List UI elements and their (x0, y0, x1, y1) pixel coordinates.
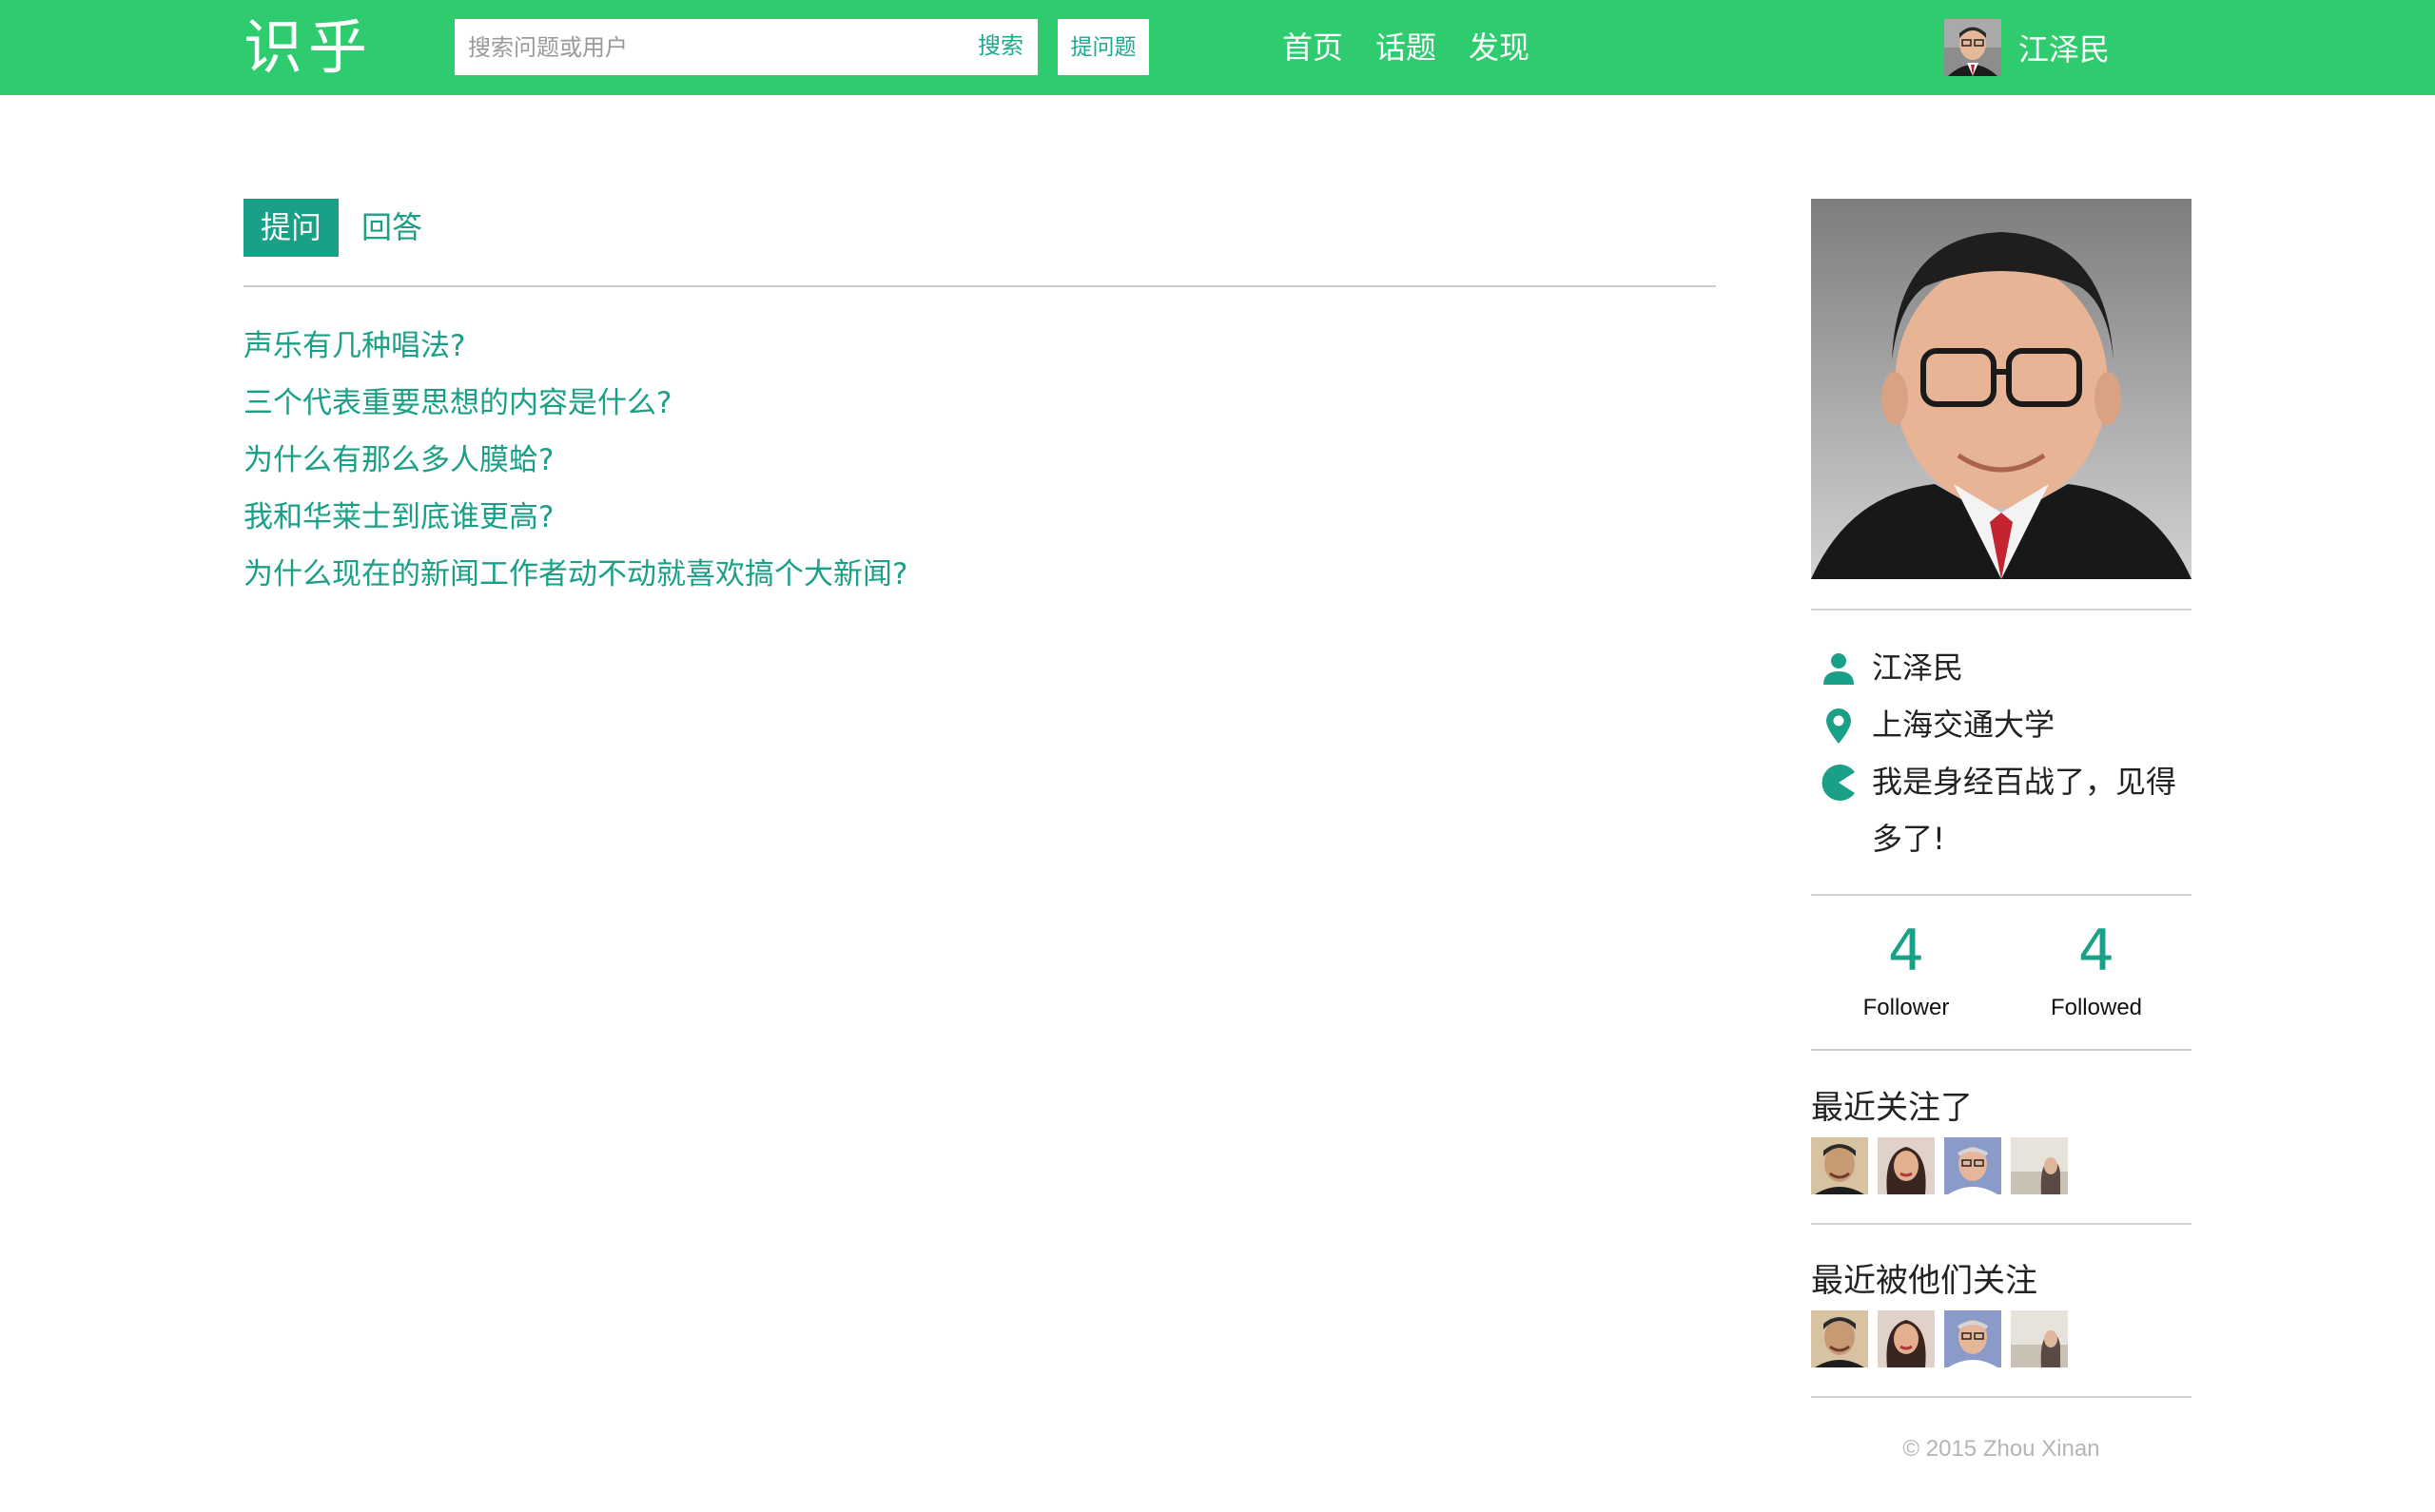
profile-school-row: 上海交通大学 (1819, 696, 2055, 753)
question-list: 声乐有几种唱法? 三个代表重要思想的内容是什么? 为什么有那么多人膜蛤? 我和华… (244, 318, 907, 603)
follower-label: Follower (1862, 995, 1950, 1020)
divider (1811, 609, 2192, 611)
question-link[interactable]: 声乐有几种唱法? (244, 329, 465, 363)
divider (1811, 1223, 2192, 1225)
user-menu[interactable]: 江泽民 (1944, 19, 2110, 76)
tab-divider (244, 285, 1716, 287)
footer-copyright: © 2015 Zhou Xinan (1902, 1436, 2100, 1462)
nav-item-discover[interactable]: 发现 (1469, 23, 1529, 72)
divider (1811, 1049, 2192, 1051)
list-item: 我和华莱士到底谁更高? (244, 489, 907, 546)
recent-followers-title: 最近被他们关注 (1811, 1262, 2037, 1300)
recent-following-title: 最近关注了 (1811, 1089, 1973, 1127)
user-name[interactable]: 江泽民 (2018, 26, 2110, 69)
avatar[interactable] (1944, 1137, 2001, 1194)
profile-bio-row: 我是身经百战了，见得多了! (1819, 753, 2186, 867)
recent-following-avatars (1811, 1137, 2068, 1194)
divider (1811, 894, 2192, 896)
question-link[interactable]: 三个代表重要思想的内容是什么? (244, 386, 672, 420)
question-link[interactable]: 为什么现在的新闻工作者动不动就喜欢搞个大新闻? (244, 557, 907, 591)
question-link[interactable]: 我和华莱士到底谁更高? (244, 500, 554, 534)
avatar[interactable] (2011, 1137, 2068, 1194)
follower-count: 4 (1887, 918, 1925, 984)
profile-name-row: 江泽民 (1819, 639, 1963, 696)
top-navigation-bar: 识乎 搜索 提问题 首页 话题 发现 江泽民 (0, 0, 2435, 95)
list-item: 为什么现在的新闻工作者动不动就喜欢搞个大新闻? (244, 546, 907, 603)
tab-questions[interactable]: 提问 (244, 199, 339, 257)
nav-item-topics[interactable]: 话题 (1375, 23, 1436, 72)
avatar[interactable] (1811, 1310, 1868, 1367)
profile-sidebar (1811, 199, 2192, 579)
recent-followers-avatars (1811, 1310, 2068, 1367)
avatar[interactable] (1811, 1137, 1868, 1194)
avatar[interactable] (1878, 1137, 1935, 1194)
profile-photo (1811, 199, 2192, 579)
avatar[interactable] (1878, 1310, 1935, 1367)
list-item: 为什么有那么多人膜蛤? (244, 432, 907, 489)
avatar[interactable] (1944, 1310, 2001, 1367)
list-item: 声乐有几种唱法? (244, 318, 907, 375)
search-input[interactable] (455, 19, 1038, 75)
user-avatar[interactable] (1944, 19, 2001, 76)
main-nav: 首页 话题 发现 (1282, 23, 1529, 72)
followed-stat[interactable]: 4 Followed (2001, 913, 2192, 1027)
ask-question-button[interactable]: 提问题 (1058, 19, 1149, 75)
nav-item-home[interactable]: 首页 (1282, 23, 1343, 72)
content-tabs: 提问 回答 (244, 199, 422, 257)
follower-stat[interactable]: 4 Follower (1811, 913, 2001, 1027)
tab-answers[interactable]: 回答 (361, 199, 422, 257)
list-item: 三个代表重要思想的内容是什么? (244, 375, 907, 432)
follow-stats: 4 Follower 4 Followed (1811, 913, 2192, 1027)
profile-name: 江泽民 (1872, 649, 1964, 686)
profile-bio: 我是身经百战了，见得多了! (1872, 764, 2177, 857)
person-icon (1823, 653, 1854, 685)
avatar[interactable] (2011, 1310, 2068, 1367)
followed-count: 4 (2077, 918, 2115, 984)
pacman-icon (1821, 765, 1855, 801)
divider (1811, 1396, 2192, 1398)
location-pin-icon (1826, 708, 1851, 744)
search-button[interactable]: 搜索 (970, 25, 1031, 68)
site-logo[interactable]: 识乎 (244, 13, 373, 82)
profile-school: 上海交通大学 (1872, 707, 2055, 743)
question-link[interactable]: 为什么有那么多人膜蛤? (244, 443, 554, 477)
followed-label: Followed (2050, 995, 2143, 1020)
